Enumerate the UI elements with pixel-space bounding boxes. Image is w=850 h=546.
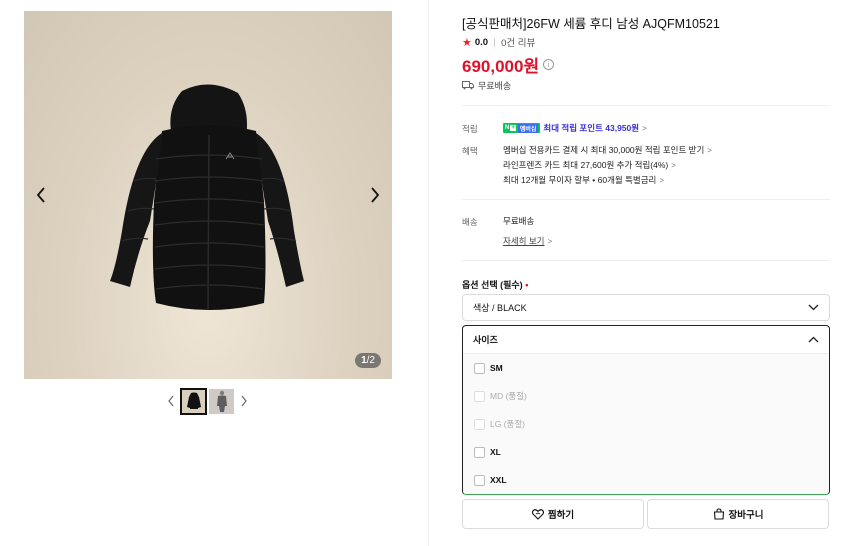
truck-icon xyxy=(462,81,474,90)
chevron-up-icon xyxy=(808,336,819,343)
chevron-right-icon: > xyxy=(659,175,665,185)
model-thumbnail-image xyxy=(216,390,227,412)
size-option-label: SM xyxy=(490,363,503,373)
info-icon[interactable]: i xyxy=(543,59,555,70)
thumbnail-1[interactable] xyxy=(180,387,207,415)
npay-member: 멤버십 xyxy=(517,123,539,133)
size-option-list: SM MD (품절) LG (품절) XL XXL xyxy=(463,354,829,494)
checkbox[interactable] xyxy=(474,362,485,374)
thumbnail-strip xyxy=(164,387,251,415)
shipping-summary: 무료배송 xyxy=(462,79,511,92)
checkbox[interactable] xyxy=(474,446,485,458)
perk-item-2[interactable]: 라인프렌즈 카드 최대 27,600원 추가 적립(4%) > xyxy=(503,159,676,171)
size-dropdown: 사이즈 SM MD (품절) LG (품절) XL XXL xyxy=(462,325,830,495)
product-image-gallery: 1/2 xyxy=(24,11,392,379)
chevron-left-icon xyxy=(168,395,174,407)
size-option-md[interactable]: MD (품절) xyxy=(474,389,527,403)
rating-separator xyxy=(494,37,496,47)
chevron-right-icon: > xyxy=(707,145,712,155)
perk-text: 최대 12개월 무이자 할부 • 60개월 특별금리 xyxy=(503,175,657,185)
heart-icon xyxy=(531,508,544,520)
detail-link-text: 자세히 보기 xyxy=(503,236,545,246)
npay-membership-badge: N + 멤버십 xyxy=(503,123,541,133)
jacket-product-image xyxy=(110,84,304,310)
wishlist-label: 찜하기 xyxy=(547,510,575,521)
size-option-xl[interactable]: XL xyxy=(474,445,501,459)
points-row[interactable]: N + 멤버십 최대 적립 포인트 43,950원 > xyxy=(503,122,647,134)
checkbox[interactable] xyxy=(474,418,485,430)
size-option-label: MD (품절) xyxy=(490,391,527,401)
divider xyxy=(462,105,830,106)
rating-score: 0.0 xyxy=(474,36,489,48)
shipping-summary-text: 무료배송 xyxy=(478,81,512,91)
thumb-next-button[interactable] xyxy=(237,388,251,414)
size-dropdown-label: 사이즈 xyxy=(473,335,498,345)
chevron-right-icon: > xyxy=(642,123,647,133)
chevron-left-icon xyxy=(36,187,45,203)
rating-summary[interactable]: ★ 0.0 0건 리뷰 xyxy=(462,35,536,50)
checkbox[interactable] xyxy=(474,474,485,486)
option-title: 옵션 선택 (필수) • xyxy=(462,278,528,291)
chevron-right-icon: > xyxy=(547,236,553,246)
checkbox[interactable] xyxy=(474,390,485,402)
chevron-right-icon xyxy=(371,187,380,203)
size-option-label: XL xyxy=(490,447,501,457)
size-option-sm[interactable]: SM xyxy=(474,361,503,375)
chevron-down-icon xyxy=(808,304,819,311)
divider xyxy=(462,260,830,261)
star-icon: ★ xyxy=(462,36,472,49)
gallery-prev-button[interactable] xyxy=(29,183,53,207)
thumbnail-2[interactable] xyxy=(209,388,234,414)
size-dropdown-header[interactable]: 사이즈 xyxy=(463,326,829,354)
size-option-label: XXL xyxy=(490,475,507,485)
points-label: 적립 xyxy=(462,124,478,134)
perk-text: 멤버십 전용카드 결제 시 최대 30,000원 적립 포인트 받기 xyxy=(503,145,705,155)
size-option-label: LG (품절) xyxy=(490,419,526,429)
shopping-bag-icon xyxy=(713,508,724,520)
delivery-detail-link[interactable]: 자세히 보기 > xyxy=(503,235,552,247)
required-mark: • xyxy=(525,280,529,290)
delivery-label: 배송 xyxy=(462,217,478,227)
wishlist-button[interactable]: 찜하기 xyxy=(462,499,644,529)
cart-label: 장바구니 xyxy=(728,510,764,521)
counter-total: /2 xyxy=(366,355,375,366)
divider xyxy=(462,199,830,200)
color-select-value: 색상 / BLACK xyxy=(473,303,527,313)
perks-label: 혜택 xyxy=(462,146,478,156)
jacket-thumbnail-image xyxy=(186,392,201,409)
chevron-right-icon: > xyxy=(671,160,676,170)
delivery-value: 무료배송 xyxy=(503,216,535,226)
npay-plus: + xyxy=(510,125,516,131)
review-count: 0건 리뷰 xyxy=(501,38,536,49)
color-select[interactable]: 색상 / BLACK xyxy=(462,294,830,321)
column-divider xyxy=(428,0,429,546)
chevron-right-icon xyxy=(241,395,247,407)
price: 690,000원 i xyxy=(462,52,555,77)
product-title: [공식판매처]26FW 세륨 후디 남성 AJQFM10521 xyxy=(462,17,720,31)
perk-item-1[interactable]: 멤버십 전용카드 결제 시 최대 30,000원 적립 포인트 받기 > xyxy=(503,144,712,156)
max-points-text: 최대 적립 포인트 43,950원 xyxy=(543,123,640,133)
option-title-text: 옵션 선택 (필수) xyxy=(462,280,523,290)
npay-n: N xyxy=(505,125,510,131)
add-to-cart-button[interactable]: 장바구니 xyxy=(647,499,829,529)
perk-text: 라인프렌즈 카드 최대 27,600원 추가 적립(4%) xyxy=(503,160,669,170)
size-option-xxl[interactable]: XXL xyxy=(474,473,507,487)
perk-item-3[interactable]: 최대 12개월 무이자 할부 • 60개월 특별금리 > xyxy=(503,174,664,186)
thumb-prev-button[interactable] xyxy=(164,388,178,414)
price-amount: 690,000원 xyxy=(462,57,540,76)
image-counter: 1/2 xyxy=(355,353,381,368)
size-option-lg[interactable]: LG (품절) xyxy=(474,417,525,431)
gallery-next-button[interactable] xyxy=(363,183,387,207)
